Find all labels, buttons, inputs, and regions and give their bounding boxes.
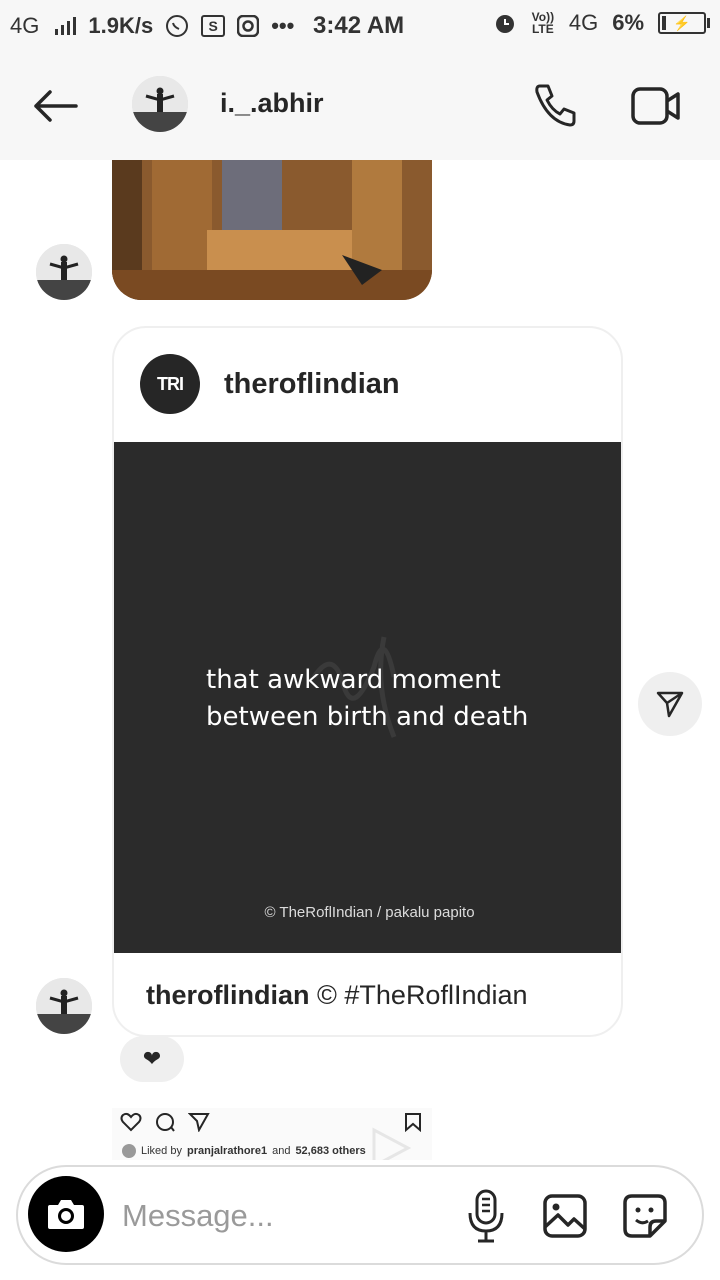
shared-post-card[interactable]: TRI theroflindian that awkward moment be… xyxy=(112,326,623,1037)
sticker-icon[interactable] xyxy=(622,1193,668,1239)
comment-icon xyxy=(156,1113,175,1132)
post-image[interactable]: that awkward moment between birth and de… xyxy=(114,442,621,953)
message-input[interactable] xyxy=(122,1193,442,1239)
post-preview-strip[interactable]: Liked by pranjalrathore1 and 52,683 othe… xyxy=(112,1108,432,1160)
sender-avatar[interactable] xyxy=(36,244,92,300)
liked-by-suffix: and xyxy=(272,1145,291,1157)
liked-by-others: 52,683 others xyxy=(295,1145,366,1157)
message-thread[interactable]: TRI theroflindian that awkward moment be… xyxy=(0,160,720,1160)
whatsapp-icon xyxy=(166,15,189,37)
like-icon xyxy=(120,1112,142,1132)
liked-by-prefix: Liked by xyxy=(141,1145,182,1157)
network-type-2: 4G xyxy=(568,10,599,35)
heart-reaction[interactable]: ❤ xyxy=(120,1036,184,1082)
post-text-line-2: between birth and death xyxy=(206,702,529,732)
liker-avatar xyxy=(122,1144,136,1158)
s-app-icon: S xyxy=(201,15,226,37)
battery-icon: ⚡ xyxy=(658,12,710,34)
share-button[interactable] xyxy=(638,672,702,736)
camera-icon xyxy=(48,1200,84,1229)
status-bar: 4G 1.9K/s S ••• 3:42 AM Vo)) LTE 4G 6% ⚡ xyxy=(0,0,720,52)
more-dots-icon: ••• xyxy=(271,13,295,38)
gallery-icon[interactable] xyxy=(542,1193,588,1239)
post-credit: © TheRoflIndian / pakalu papito xyxy=(264,904,475,921)
battery-percent: 6% xyxy=(612,10,644,35)
chat-header: i._.abhir xyxy=(0,52,720,160)
post-header: TRI theroflindian xyxy=(114,328,621,442)
likes-line: Liked by pranjalrathore1 and 52,683 othe… xyxy=(122,1144,366,1158)
network-speed: 1.9K/s xyxy=(88,13,154,38)
play-icon xyxy=(372,1127,412,1160)
post-caption: theroflindian © #TheRoflIndian xyxy=(146,980,528,1011)
heart-icon: ❤ xyxy=(142,1046,162,1071)
liked-by-user: pranjalrathore1 xyxy=(186,1145,268,1157)
camera-button[interactable] xyxy=(28,1176,104,1252)
send-icon xyxy=(188,1113,210,1132)
sender-avatar[interactable] xyxy=(36,978,92,1034)
alarm-icon xyxy=(495,15,514,33)
caption-author[interactable]: theroflindian xyxy=(146,980,310,1010)
video-icon[interactable] xyxy=(630,84,682,128)
avatar[interactable] xyxy=(132,76,188,132)
send-icon xyxy=(656,691,684,718)
shared-image-message[interactable] xyxy=(112,160,432,300)
caption-text: © #TheRoflIndian xyxy=(309,980,528,1010)
post-text-line-1: that awkward moment xyxy=(206,665,501,695)
message-composer xyxy=(16,1165,704,1265)
status-time: 3:42 AM xyxy=(313,12,405,39)
network-type: 4G xyxy=(10,13,40,38)
instagram-icon xyxy=(237,15,260,37)
microphone-icon[interactable] xyxy=(466,1189,506,1243)
signal-icon xyxy=(55,17,77,35)
volte-icon: Vo)) LTE xyxy=(531,10,555,36)
post-author-logo: TRI xyxy=(140,354,200,414)
post-author-name[interactable]: theroflindian xyxy=(224,368,400,401)
post-image-text: that awkward moment between birth and de… xyxy=(206,662,528,736)
chat-username[interactable]: i._.abhir xyxy=(220,88,324,119)
back-arrow-icon[interactable] xyxy=(30,86,80,126)
phone-icon[interactable] xyxy=(530,80,580,130)
